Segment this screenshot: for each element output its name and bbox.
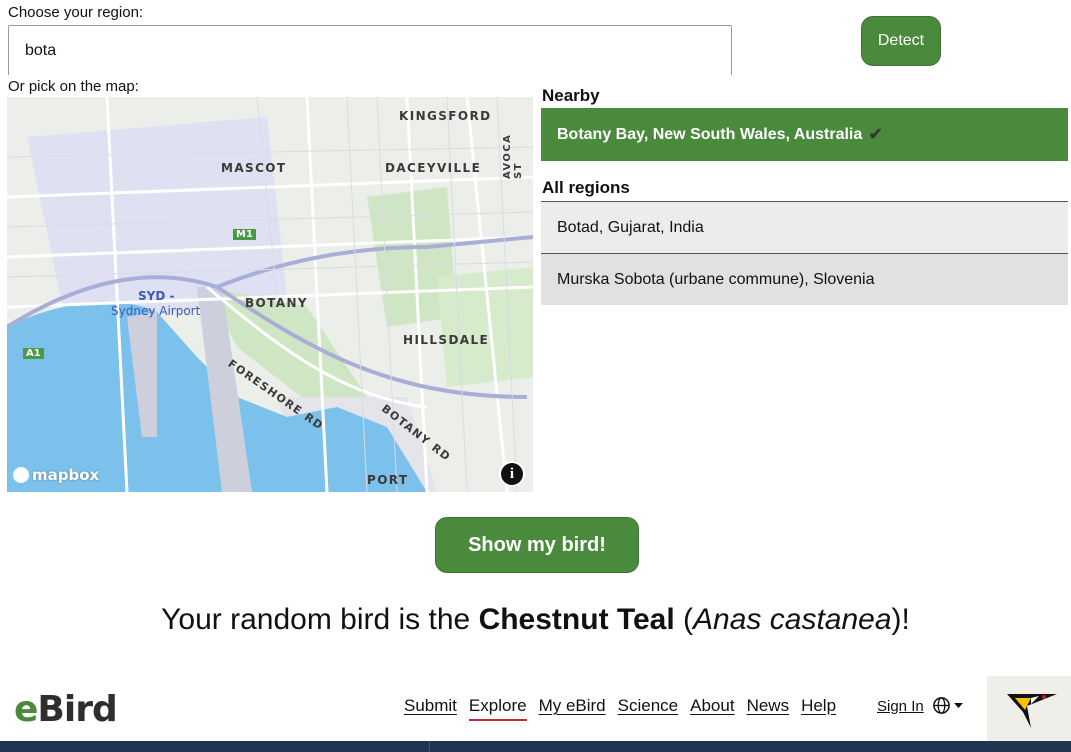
nav-science[interactable]: Science xyxy=(618,696,678,716)
map-label-mascot: MASCOT xyxy=(221,161,287,175)
footer-bar xyxy=(0,741,1071,752)
result-close-paren: )! xyxy=(891,603,910,636)
map-label-syd: SYD - xyxy=(138,289,175,303)
region-list-item[interactable]: Murska Sobota (urbane commune), Slovenia xyxy=(541,253,1068,305)
bird-common-name: Chestnut Teal xyxy=(478,603,675,636)
region-list-item-label: Botad, Gujarat, India xyxy=(557,218,704,236)
nav-explore[interactable]: Explore xyxy=(468,696,527,721)
mapbox-logo-text: mapbox xyxy=(32,466,100,484)
nav-help[interactable]: Help xyxy=(801,696,836,716)
ebird-logo[interactable]: eBird xyxy=(14,689,118,730)
footer-nav: Submit Explore My eBird Science About Ne… xyxy=(404,696,836,721)
show-my-bird-button[interactable]: Show my bird! xyxy=(435,517,639,573)
nav-news[interactable]: News xyxy=(747,696,790,716)
result-prefix: Your random bird is the xyxy=(161,603,471,636)
language-selector[interactable] xyxy=(932,696,964,715)
map-canvas xyxy=(7,97,533,492)
nearby-region-item[interactable]: Botany Bay, New South Wales, Australia ✔ xyxy=(541,108,1068,161)
ebird-logo-bird: Bird xyxy=(37,689,117,730)
nearby-region-label: Botany Bay, New South Wales, Australia xyxy=(557,125,863,143)
map-label-port: PORT xyxy=(367,473,409,487)
region-list-item-label: Murska Sobota (urbane commune), Slovenia xyxy=(557,270,875,288)
map-label-kingsford: KINGSFORD xyxy=(399,109,492,123)
nav-my-ebird[interactable]: My eBird xyxy=(539,696,606,716)
region-label: Choose your region: xyxy=(8,4,144,21)
result-sentence: Your random bird is the Chestnut Teal (A… xyxy=(0,603,1071,637)
mapbox-icon xyxy=(13,467,29,483)
info-icon[interactable]: i xyxy=(501,463,523,485)
chevron-down-icon xyxy=(954,702,963,708)
map-label-hillsdale: HILLSDALE xyxy=(403,333,490,347)
map-label-avoca-st: AVOCA ST xyxy=(502,133,524,179)
all-regions-heading: All regions xyxy=(542,178,630,197)
region-search-input[interactable] xyxy=(8,25,732,75)
ebird-logo-e: e xyxy=(14,689,38,730)
region-map[interactable]: KINGSFORD MASCOT DACEYVILLE BOTANY HILLS… xyxy=(7,97,533,492)
map-label-botany: BOTANY xyxy=(245,296,309,310)
sign-in-link[interactable]: Sign In xyxy=(877,698,924,715)
globe-icon xyxy=(933,697,950,714)
nav-about[interactable]: About xyxy=(690,696,734,716)
map-shield-m1: M1 xyxy=(233,229,256,240)
checkmark-icon: ✔ xyxy=(868,124,884,144)
bird-scientific-name: Anas castanea xyxy=(693,603,892,636)
map-label-sydney-airport: Sydney Airport xyxy=(111,304,201,318)
cornell-lab-logo[interactable] xyxy=(987,676,1071,742)
bird-head-icon xyxy=(1007,694,1057,728)
nearby-heading: Nearby xyxy=(542,86,600,105)
nav-submit[interactable]: Submit xyxy=(404,696,457,716)
mapbox-logo[interactable]: mapbox xyxy=(13,466,99,484)
map-label: Or pick on the map: xyxy=(8,78,139,95)
detect-button[interactable]: Detect xyxy=(861,16,941,66)
map-label-daceyville: DACEYVILLE xyxy=(385,161,482,175)
result-open-paren: ( xyxy=(683,603,694,636)
map-shield-a1: A1 xyxy=(23,348,44,359)
region-list-item[interactable]: Botad, Gujarat, India xyxy=(541,201,1068,253)
